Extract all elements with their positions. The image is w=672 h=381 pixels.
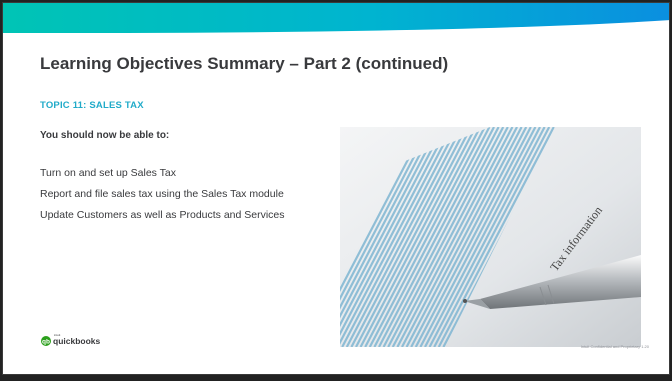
objectives-list: Turn on and set up Sales Tax Report and … bbox=[40, 167, 300, 230]
quickbooks-logo: qb intuit quickbooks bbox=[41, 333, 101, 346]
logo-intuit-text: intuit bbox=[54, 333, 61, 337]
slide-title: Learning Objectives Summary – Part 2 (co… bbox=[40, 54, 448, 74]
title-main: Learning Objectives Summary – Part 2 bbox=[40, 54, 351, 73]
header-gradient-band bbox=[3, 3, 669, 33]
lead-text: You should now be able to: bbox=[40, 130, 170, 141]
objective-item: Report and file sales tax using the Sale… bbox=[40, 188, 284, 200]
objective-item: Update Customers as well as Products and… bbox=[40, 209, 285, 221]
svg-text:qb: qb bbox=[42, 338, 50, 345]
title-continued: (continued) bbox=[350, 54, 449, 73]
topic-heading: TOPIC 11: SALES TAX bbox=[40, 100, 144, 111]
quickbooks-logo-icon: qb bbox=[41, 336, 51, 346]
objective-item: Turn on and set up Sales Tax bbox=[40, 167, 177, 179]
slide: Learning Objectives Summary – Part 2 (co… bbox=[2, 2, 670, 375]
logo-wordmark: quickbooks bbox=[53, 336, 101, 346]
footer-confidential: Intuit Confidential and Proprietary 1.20 bbox=[580, 344, 649, 349]
tax-form-photo: Tax information bbox=[340, 127, 641, 347]
